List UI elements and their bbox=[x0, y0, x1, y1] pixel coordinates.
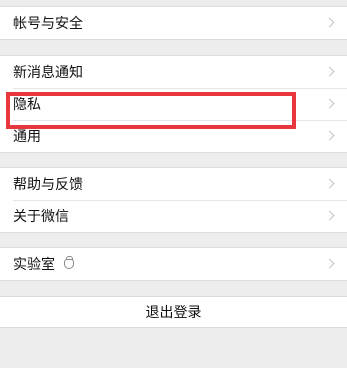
new-message-notification-row[interactable]: 新消息通知 bbox=[0, 56, 347, 88]
chevron-right-icon bbox=[324, 258, 335, 269]
new-message-notification-label: 新消息通知 bbox=[13, 65, 83, 81]
account-security-row[interactable]: 帐号与安全 bbox=[0, 7, 347, 39]
settings-page: 帐号与安全 新消息通知 隐私 通用 帮助与反馈 关于微信 实验室 退出登录 bbox=[0, 0, 347, 368]
privacy-label: 隐私 bbox=[13, 97, 41, 113]
chevron-right-icon bbox=[324, 66, 335, 77]
help-feedback-label: 帮助与反馈 bbox=[13, 177, 83, 193]
account-group: 帐号与安全 bbox=[0, 6, 347, 40]
about-wechat-row[interactable]: 关于微信 bbox=[0, 200, 347, 232]
lab-label: 实验室 bbox=[13, 257, 55, 273]
help-group: 帮助与反馈 关于微信 bbox=[0, 167, 347, 233]
settings-group: 新消息通知 隐私 通用 bbox=[0, 55, 347, 153]
chevron-right-icon bbox=[324, 130, 335, 141]
privacy-row[interactable]: 隐私 bbox=[0, 88, 347, 120]
chevron-right-icon bbox=[324, 210, 335, 221]
chevron-right-icon bbox=[324, 178, 335, 189]
lab-flask-icon bbox=[64, 256, 74, 269]
help-feedback-row[interactable]: 帮助与反馈 bbox=[0, 168, 347, 200]
chevron-right-icon bbox=[324, 17, 335, 28]
lab-row[interactable]: 实验室 bbox=[0, 248, 347, 280]
chevron-right-icon bbox=[324, 98, 335, 109]
about-wechat-label: 关于微信 bbox=[13, 209, 69, 225]
general-row[interactable]: 通用 bbox=[0, 120, 347, 152]
account-security-label: 帐号与安全 bbox=[13, 16, 83, 32]
lab-group: 实验室 bbox=[0, 247, 347, 281]
general-label: 通用 bbox=[13, 129, 41, 145]
logout-button[interactable]: 退出登录 bbox=[0, 296, 347, 328]
logout-label: 退出登录 bbox=[145, 305, 202, 321]
